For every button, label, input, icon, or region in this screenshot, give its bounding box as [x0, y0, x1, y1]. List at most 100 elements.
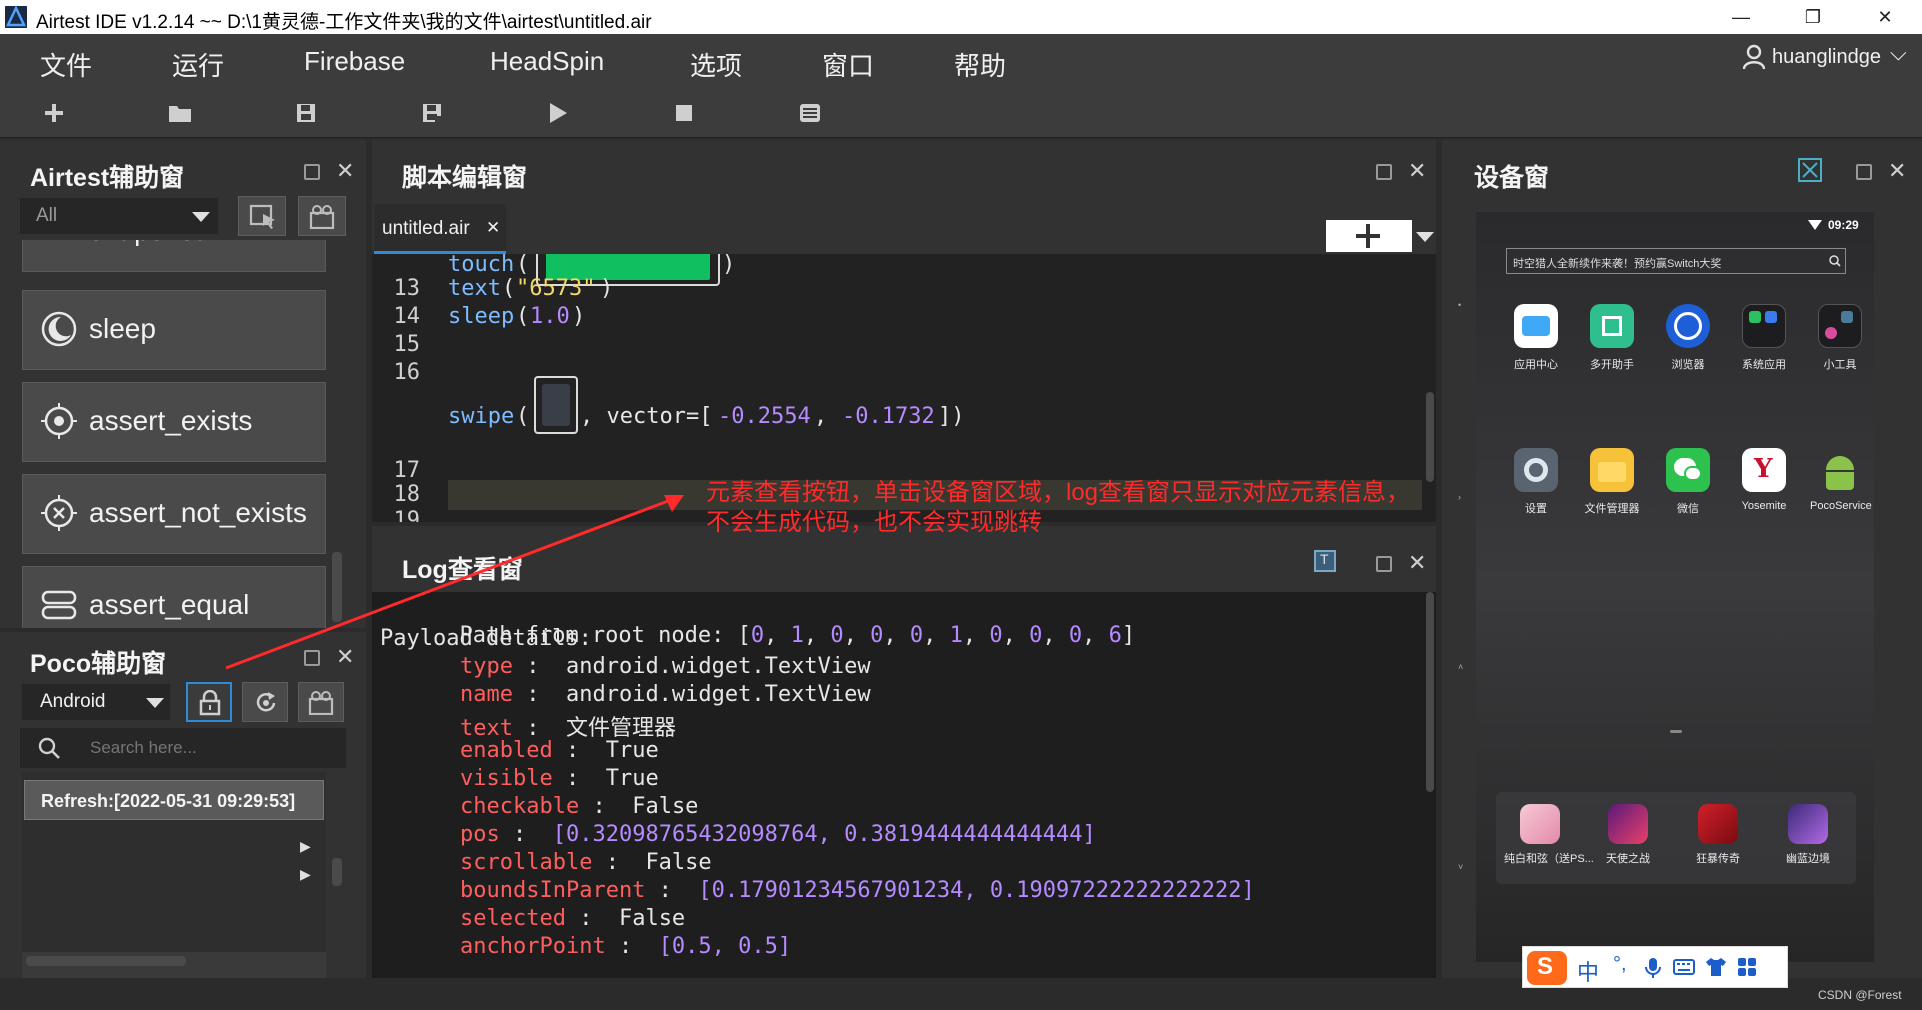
filter-select[interactable]: All: [20, 198, 218, 234]
search-box[interactable]: [20, 728, 346, 768]
stop-button[interactable]: [670, 100, 698, 126]
log-report-button[interactable]: [796, 100, 824, 126]
list-item-assert-equal[interactable]: assert_equal: [22, 566, 326, 628]
app-yosemite[interactable]: Y Yosemite: [1734, 448, 1794, 518]
new-file-button[interactable]: [40, 100, 68, 126]
save-button[interactable]: [292, 100, 320, 126]
app-system-apps[interactable]: 系统应用: [1734, 304, 1794, 374]
scrollbar[interactable]: [332, 858, 342, 886]
file-manager-icon: [1590, 448, 1634, 492]
keyboard-icon[interactable]: [1673, 959, 1695, 975]
watermark: CSDN @Forest: [1818, 988, 1902, 1002]
close-window-button[interactable]: ✕: [1856, 0, 1914, 34]
list-item-sleep[interactable]: sleep: [22, 290, 326, 370]
scrollbar[interactable]: [1426, 392, 1434, 482]
app-file-manager[interactable]: 文件管理器: [1582, 448, 1642, 518]
float-icon[interactable]: [304, 164, 320, 180]
poco-record-button[interactable]: [298, 682, 344, 722]
expand-arrow-icon[interactable]: ▶: [300, 838, 311, 855]
search-input[interactable]: [90, 736, 330, 760]
skin-icon[interactable]: [1705, 957, 1727, 977]
record-button[interactable]: [298, 196, 346, 236]
log-output[interactable]: Path from root node: [0, 1, 0, 0, 0, 1, …: [372, 592, 1436, 978]
minimize-button[interactable]: —: [1712, 0, 1770, 34]
tree-root-label: Refresh:[2022-05-31 09:29:53]: [41, 791, 296, 811]
panel-title: 脚本编辑窗: [402, 164, 528, 192]
payload-key: enabled: [460, 738, 553, 763]
app-label: 文件管理器: [1584, 503, 1640, 515]
inspector-icon[interactable]: [1798, 158, 1822, 182]
line-number: 16: [393, 360, 421, 385]
app-poco-service[interactable]: PocoService: [1810, 448, 1872, 518]
app-tools[interactable]: 小工具: [1810, 304, 1870, 374]
open-folder-button[interactable]: [166, 100, 194, 126]
punctuation-icon[interactable]: °,: [1613, 953, 1627, 976]
payload-key: type: [460, 654, 513, 679]
float-icon[interactable]: [1376, 164, 1392, 180]
payload-value: [0.5, 0.5]: [658, 934, 792, 959]
user-name[interactable]: huanglindge: [1772, 46, 1881, 69]
lock-icon: [199, 690, 221, 716]
app-label: 设置: [1525, 503, 1547, 515]
microphone-icon[interactable]: [1645, 957, 1661, 979]
app-label: 狂暴传奇: [1696, 853, 1740, 865]
close-icon[interactable]: ✕: [336, 646, 354, 668]
menu-window[interactable]: 窗口: [822, 46, 874, 83]
swipe-image-thumbnail[interactable]: [534, 376, 578, 434]
maximize-button[interactable]: ❐: [1784, 0, 1842, 34]
dock-app-4[interactable]: 幽蓝边境: [1772, 804, 1844, 874]
tab-close-icon[interactable]: ✕: [486, 218, 500, 238]
menu-run[interactable]: 运行: [172, 46, 224, 83]
tree-root-node[interactable]: Refresh:[2022-05-31 09:29:53]: [24, 780, 324, 820]
float-icon[interactable]: [304, 650, 320, 666]
payload-separator: :: [512, 682, 566, 707]
toolbox-grid-icon[interactable]: [1737, 957, 1757, 977]
menu-headspin[interactable]: HeadSpin: [490, 46, 604, 77]
float-icon[interactable]: [1376, 556, 1392, 572]
device-panel: 设备窗 ✕ • › ˄ ˅ 09:29 时空猎人全新续作来袭！预约赢Switch…: [1442, 140, 1922, 978]
ime-mode-label[interactable]: 中: [1577, 955, 1599, 987]
app-wechat[interactable]: 微信: [1658, 448, 1718, 518]
device-screen[interactable]: 09:29 时空猎人全新续作来袭！预约赢Switch大奖 应用中心 多开助手 浏…: [1476, 212, 1874, 962]
chevron-down-icon[interactable]: [1416, 232, 1434, 242]
lock-button[interactable]: [186, 682, 232, 722]
list-item-snapshot[interactable]: snapshot: [22, 240, 326, 272]
path-separator: ,: [923, 623, 950, 648]
app-app-center[interactable]: 应用中心: [1506, 304, 1566, 374]
snapshot-select-button[interactable]: [238, 196, 286, 236]
report-icon: [800, 104, 820, 122]
add-tab-button[interactable]: [1326, 220, 1412, 252]
save-as-button[interactable]: [418, 100, 446, 126]
app-browser[interactable]: 浏览器: [1658, 304, 1718, 374]
close-icon[interactable]: ✕: [1888, 160, 1906, 182]
sogou-logo-icon[interactable]: S: [1527, 951, 1567, 985]
list-item-assert-exists[interactable]: assert_exists: [22, 382, 326, 462]
device-search-bar[interactable]: 时空猎人全新续作来袭！预约赢Switch大奖: [1506, 248, 1846, 274]
ime-toolbar[interactable]: S 中 °,: [1522, 946, 1788, 988]
close-icon[interactable]: ✕: [1408, 552, 1426, 574]
dock-app-3[interactable]: 狂暴传奇: [1682, 804, 1754, 874]
tab-untitled[interactable]: untitled.air ✕: [374, 204, 506, 254]
close-icon[interactable]: ✕: [1408, 160, 1426, 182]
menu-firebase[interactable]: Firebase: [304, 46, 405, 77]
close-icon[interactable]: ✕: [336, 160, 354, 182]
filter-log-icon[interactable]: T: [1314, 550, 1336, 572]
chevron-down-icon[interactable]: ⌵: [1890, 40, 1907, 66]
refresh-button[interactable]: [242, 682, 288, 722]
dock-app-1[interactable]: 纯白和弦（送PS...: [1504, 804, 1594, 874]
list-item-assert-not-exists[interactable]: assert_not_exists: [22, 474, 326, 554]
dock-app-2[interactable]: 天使之战: [1592, 804, 1664, 874]
poco-mode-select[interactable]: Android: [22, 684, 170, 720]
app-multi-open[interactable]: 多开助手: [1582, 304, 1642, 374]
menu-help[interactable]: 帮助: [954, 46, 1006, 83]
float-icon[interactable]: [1856, 164, 1872, 180]
user-icon[interactable]: [1742, 44, 1766, 70]
app-settings[interactable]: 设置: [1506, 448, 1566, 518]
scrollbar[interactable]: [332, 552, 342, 622]
scrollbar[interactable]: [1426, 592, 1434, 792]
horizontal-scrollbar[interactable]: [26, 956, 186, 966]
expand-arrow-icon[interactable]: ▶: [300, 866, 311, 883]
run-button[interactable]: [544, 100, 572, 126]
menu-options[interactable]: 选项: [690, 46, 742, 83]
menu-file[interactable]: 文件: [40, 46, 92, 83]
